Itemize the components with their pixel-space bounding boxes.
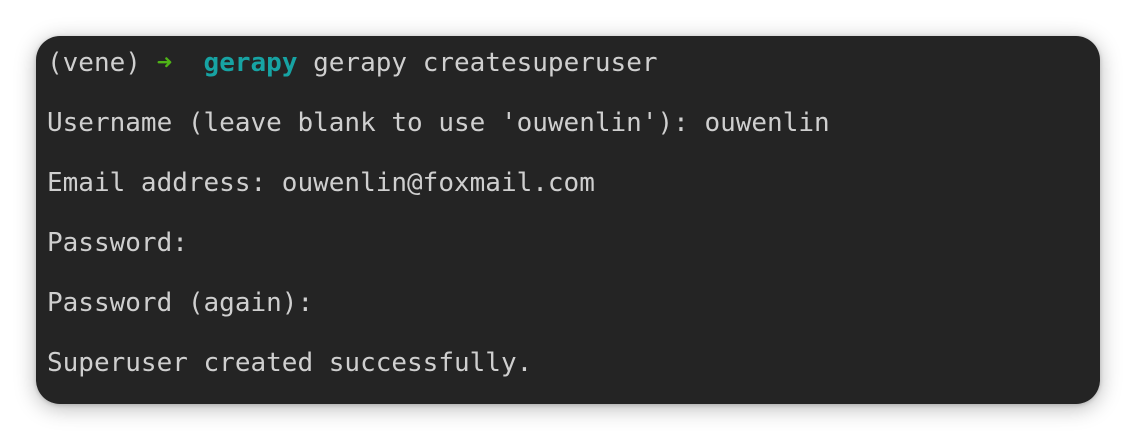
command-text: gerapy createsuperuser [313, 48, 658, 78]
output-line-username: Username (leave blank to use 'ouwenlin')… [47, 108, 830, 138]
prompt-line: (vene) ➜ gerapy gerapy createsuperuser [47, 44, 1100, 104]
output-line-email: Email address: ouwenlin@foxmail.com [47, 168, 595, 198]
output-line-password: Password: [47, 228, 188, 258]
arrow-right-icon: ➜ [156, 48, 173, 78]
virtualenv-label: (vene) [47, 48, 157, 78]
terminal-window[interactable]: (vene) ➜ gerapy gerapy createsuperuser U… [36, 36, 1100, 404]
output-line-password-again: Password (again): [47, 288, 314, 318]
output-line-success: Superuser created successfully. [47, 348, 533, 378]
current-directory: gerapy [203, 48, 298, 78]
